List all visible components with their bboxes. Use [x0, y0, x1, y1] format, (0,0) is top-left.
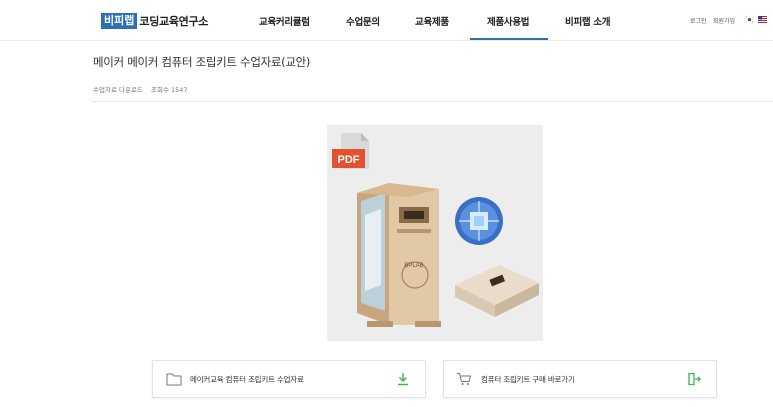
post-views: 조회수 1547 [150, 86, 188, 94]
title-divider [93, 101, 773, 102]
purchase-card-label: 컴퓨터 조립키트 구매 바로가기 [481, 375, 575, 384]
logo-badge: 비피랩 [101, 12, 138, 29]
folder-icon [166, 373, 182, 386]
nav-item-products[interactable]: 교육제품 [415, 14, 449, 28]
korea-flag-icon[interactable] [745, 16, 754, 23]
product-illustration: PDF BPLAB [332, 133, 539, 327]
site-logo[interactable]: 비피랩 코딩교육연구소 [101, 12, 208, 29]
nav-item-inquiry[interactable]: 수업문의 [346, 14, 380, 28]
signup-link[interactable]: 회원가입 [713, 16, 735, 25]
logo-text: 코딩교육연구소 [139, 14, 209, 28]
download-icon[interactable] [396, 372, 410, 386]
cart-icon [457, 373, 472, 385]
usa-flag-icon[interactable] [758, 16, 767, 23]
product-image: PDF BPLAB [327, 125, 543, 341]
download-card[interactable]: 메이커교육 컴퓨터 조립키트 수업자료 [152, 360, 426, 398]
exit-icon[interactable] [687, 372, 701, 386]
post-meta: 수업자료 다운로드 조회수 1547 [93, 84, 194, 94]
svg-text:PDF: PDF [338, 154, 360, 166]
svg-text:BPLAB: BPLAB [404, 263, 423, 269]
nav-item-about[interactable]: 비피랩 소개 [565, 14, 611, 28]
nav-active-indicator [470, 38, 548, 40]
site-header: 비피랩 코딩교육연구소 교육커리큘럼 수업문의 교육제품 제품사용법 비피랩 소… [0, 0, 773, 41]
page-title: 메이커 메이커 컴퓨터 조립키트 수업자료(교안) [93, 55, 311, 69]
nav-item-curriculum[interactable]: 교육커리큘럼 [259, 14, 310, 28]
wooden-case-illustration: BPLAB [357, 183, 441, 327]
pdf-icon: PDF [332, 133, 369, 169]
product-box-illustration [455, 265, 539, 317]
nav-item-usage[interactable]: 제품사용법 [487, 14, 530, 28]
download-card-label: 메이커교육 컴퓨터 조립키트 수업자료 [190, 375, 304, 384]
login-link[interactable]: 로그인 [690, 16, 707, 25]
post-category: 수업자료 다운로드 [93, 86, 143, 94]
circuit-badge-illustration [455, 197, 503, 245]
purchase-card[interactable]: 컴퓨터 조립키트 구매 바로가기 [443, 360, 717, 398]
